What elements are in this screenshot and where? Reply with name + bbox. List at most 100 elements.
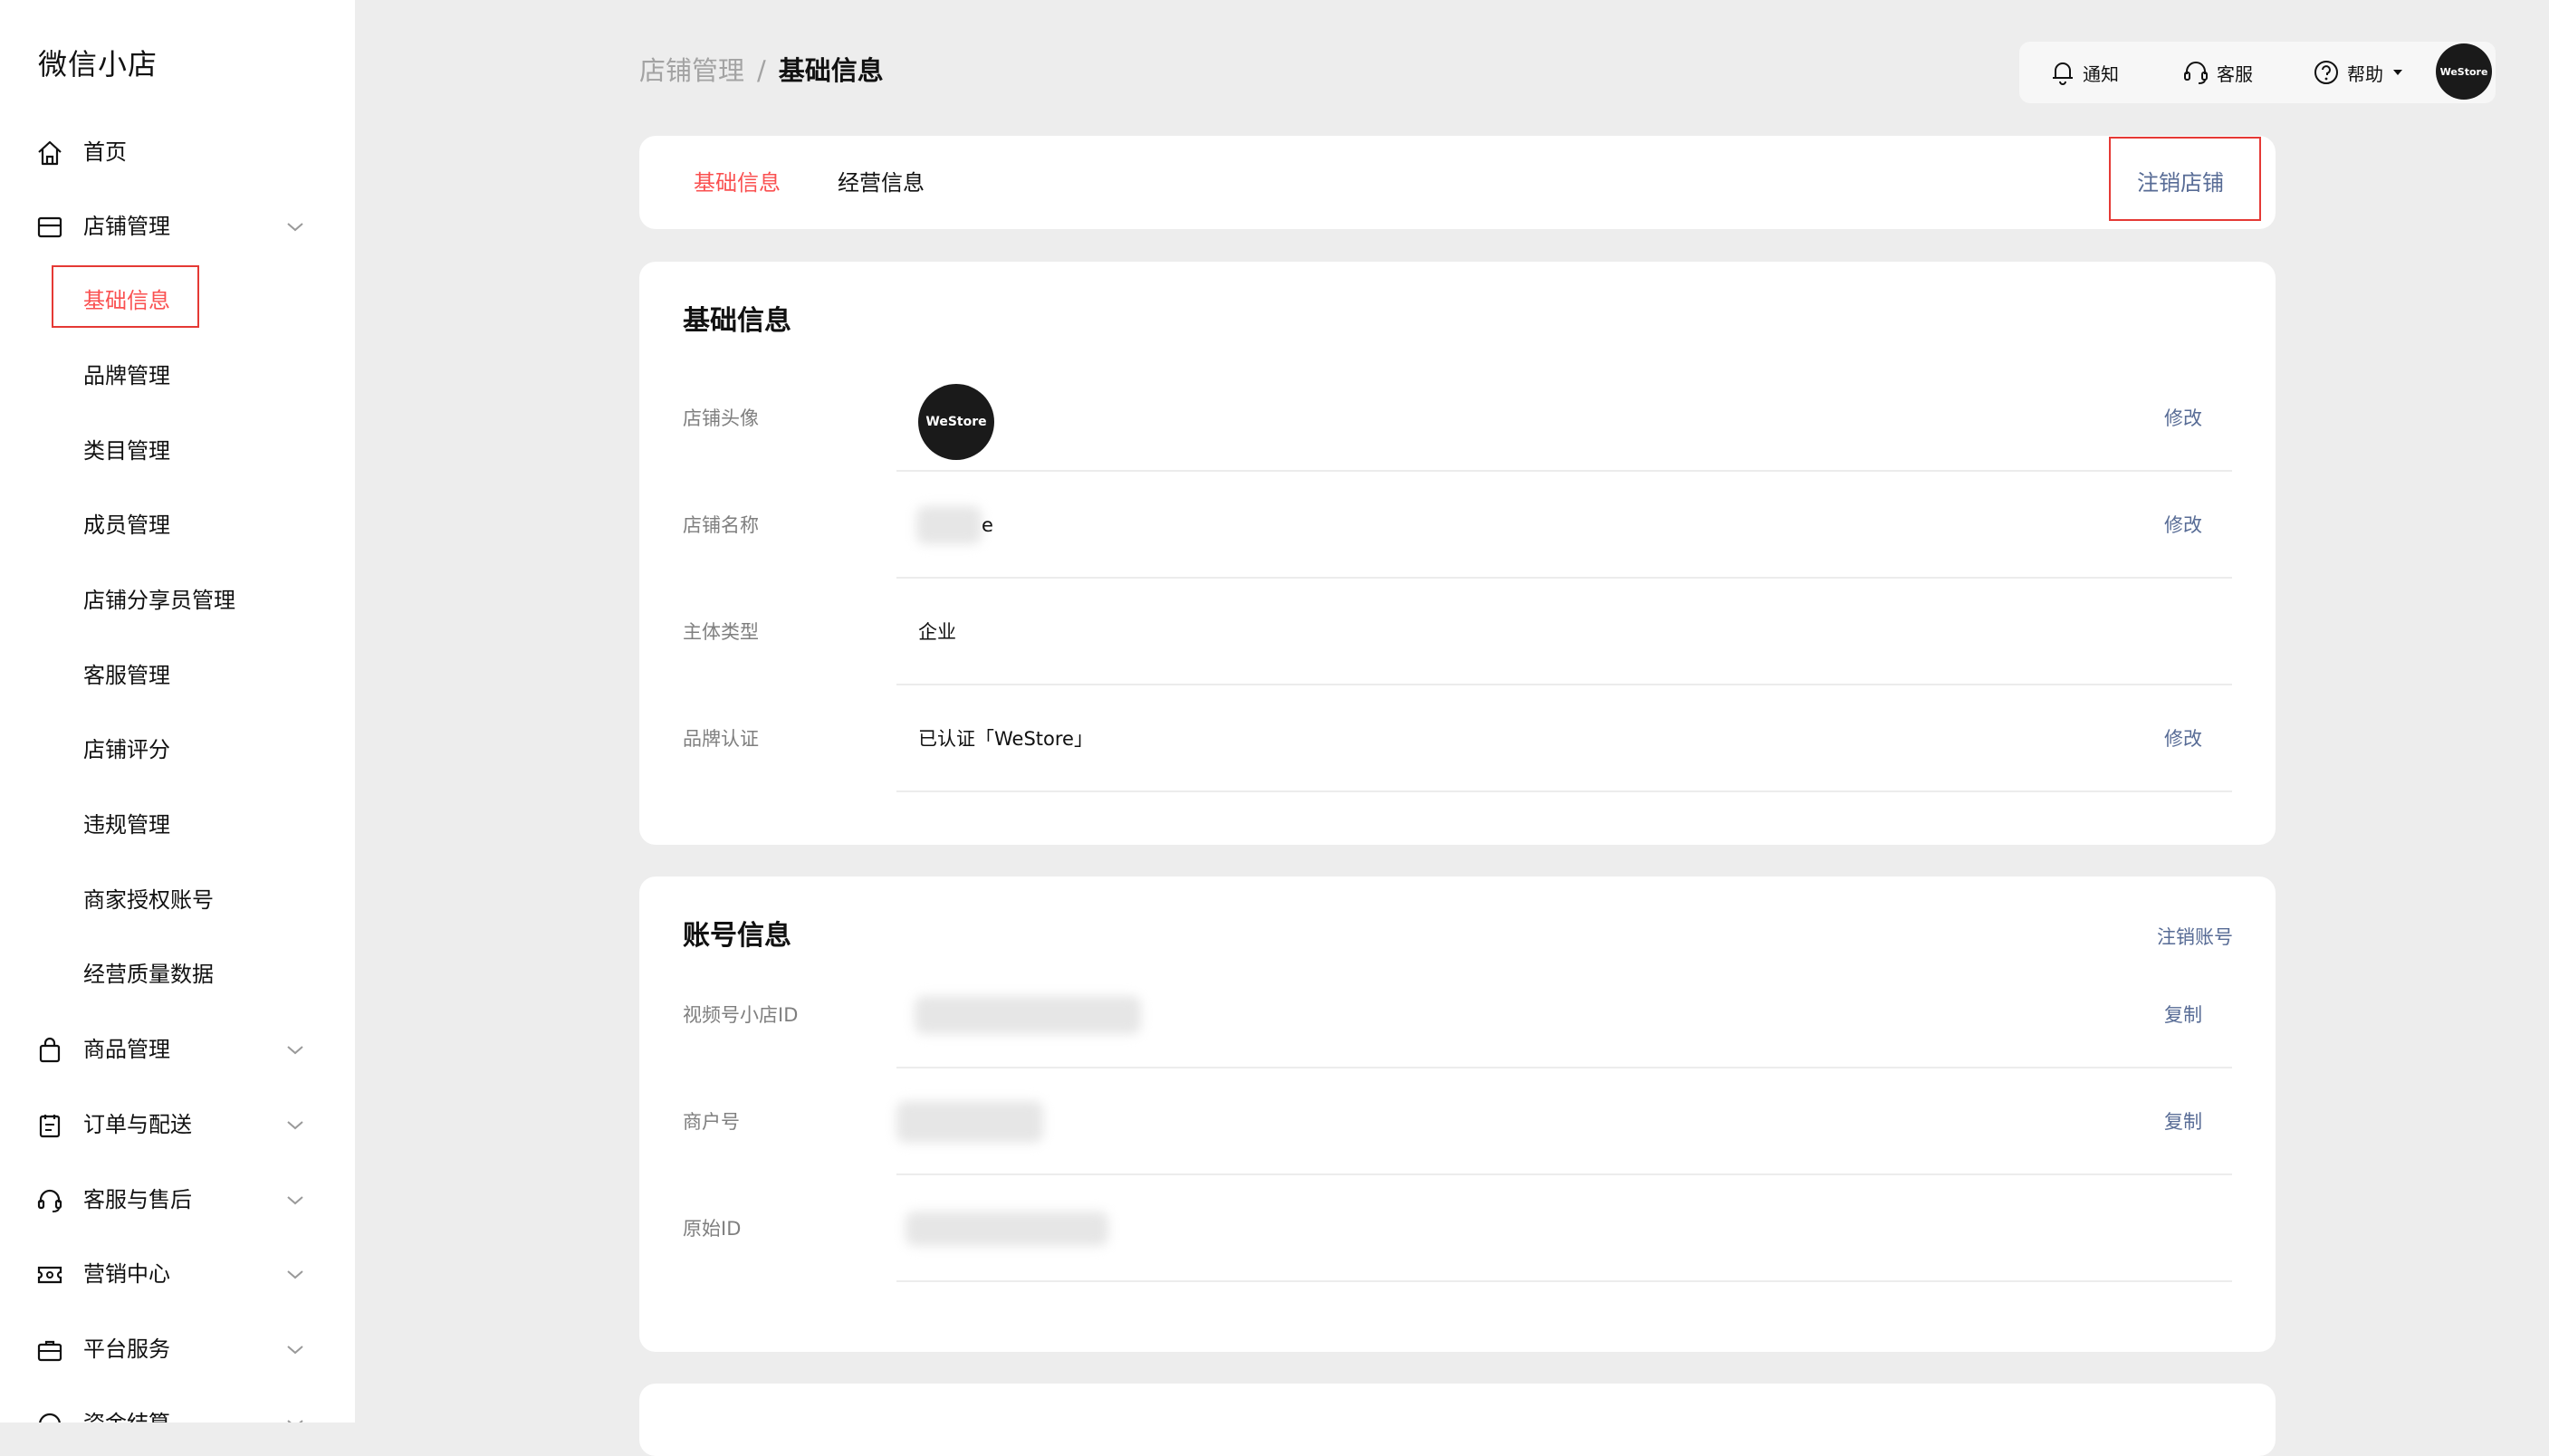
chevron-down-icon[interactable]: [284, 1189, 306, 1211]
sidebar: 微信小店 首页 店铺管理 基础信息 品牌管理 类目管理 成员管理 店铺分享员管理…: [0, 0, 355, 1422]
blurred-merchant-id: [896, 1101, 1043, 1143]
top-toolbar: 通知 客服 帮助: [2019, 42, 2496, 103]
help-label: 帮助: [2347, 62, 2383, 85]
copy-shop-id-link[interactable]: 复制: [2164, 1001, 2202, 1029]
brand-certification-value: 已认证「WeStore」: [918, 728, 1093, 750]
sidebar-subitem-authorized-accounts[interactable]: 商家授权账号: [0, 871, 355, 929]
store-icon: [34, 212, 65, 243]
row-divider: [896, 1280, 2232, 1282]
sidebar-subitem-label: 基础信息: [83, 288, 170, 313]
sidebar-subitem-customer-service[interactable]: 客服管理: [0, 647, 355, 704]
help-icon: [2314, 61, 2338, 84]
breadcrumb-separator: /: [757, 55, 766, 86]
account-info-title: 账号信息: [683, 920, 791, 952]
sidebar-item-label: 订单与配送: [83, 1112, 192, 1137]
tab-basic-info[interactable]: 基础信息: [694, 168, 781, 197]
app-title: 微信小店: [38, 47, 158, 81]
basic-info-title: 基础信息: [683, 305, 791, 337]
sidebar-subitem-label: 商家授权账号: [83, 887, 214, 913]
info-row-avatar: 店铺头像 修改: [639, 365, 2276, 472]
sidebar-subitem-sharers[interactable]: 店铺分享员管理: [0, 571, 355, 629]
caret-down-icon: [2393, 70, 2402, 75]
avatar-logo-text: WeStore: [2439, 65, 2488, 78]
store-avatar-image: WeStore: [918, 384, 994, 460]
app-root: 微信小店 首页 店铺管理 基础信息 品牌管理 类目管理 成员管理 店铺分享员管理…: [0, 0, 2549, 1456]
help-button[interactable]: 帮助: [2313, 56, 2405, 89]
sidebar-item-label: 平台服务: [83, 1336, 170, 1362]
sidebar-item-label: 首页: [83, 139, 127, 165]
briefcase-icon: [34, 1335, 65, 1365]
edit-brand-link[interactable]: 修改: [2164, 725, 2202, 752]
sidebar-subitem-label: 违规管理: [83, 812, 170, 838]
clipboard-icon: [34, 1110, 65, 1141]
basic-info-card: 基础信息 店铺头像 修改 WeStore 店铺名称 e 修改 主体类型 企业 品…: [639, 262, 2276, 845]
blurred-shop-id: [915, 996, 1141, 1034]
chevron-down-icon[interactable]: [284, 1413, 306, 1422]
sidebar-item-after-sales[interactable]: 客服与售后: [0, 1171, 355, 1229]
headset-icon: [34, 1185, 65, 1216]
store-name-value: e: [982, 514, 993, 536]
headset-icon: [2184, 62, 2208, 84]
sidebar-subitem-label: 类目管理: [83, 438, 170, 464]
sidebar-item-label: 店铺管理: [83, 214, 170, 239]
edit-store-name-link[interactable]: 修改: [2164, 512, 2202, 539]
shopping-bag-icon: [34, 1035, 65, 1066]
user-avatar[interactable]: WeStore: [2436, 43, 2492, 100]
customer-service-label: 客服: [2217, 62, 2253, 85]
sidebar-subitem-label: 店铺分享员管理: [83, 588, 235, 613]
sidebar-item-label: 商品管理: [83, 1037, 170, 1062]
notification-label: 通知: [2083, 62, 2119, 85]
blurred-store-name: [916, 506, 982, 544]
blurred-original-id: [906, 1212, 1108, 1246]
sidebar-subitem-label: 经营质量数据: [83, 962, 214, 987]
info-row-shop-id: 视频号小店ID 复制: [639, 962, 2276, 1068]
customer-service-button[interactable]: 客服: [2182, 56, 2253, 89]
sidebar-item-platform-services[interactable]: 平台服务: [0, 1320, 355, 1378]
chevron-up-icon[interactable]: [284, 216, 306, 237]
copy-merchant-id-link[interactable]: 复制: [2164, 1108, 2202, 1135]
sidebar-item-label: 资金结算: [83, 1409, 170, 1422]
row-label: 原始ID: [683, 1218, 742, 1240]
account-info-card: 账号信息 注销账号 视频号小店ID 复制 商户号 复制 原始ID: [639, 876, 2276, 1352]
row-label: 视频号小店ID: [683, 1004, 799, 1026]
row-label: 主体类型: [683, 621, 759, 643]
edit-avatar-link[interactable]: 修改: [2164, 405, 2202, 432]
sidebar-subitem-category[interactable]: 类目管理: [0, 422, 355, 480]
chevron-down-icon[interactable]: [284, 1114, 306, 1135]
sidebar-item-settlement[interactable]: 资金结算: [0, 1394, 355, 1422]
sidebar-subitem-quality-data[interactable]: 经营质量数据: [0, 945, 355, 1003]
row-divider: [896, 790, 2232, 792]
sidebar-item-store-management[interactable]: 店铺管理: [0, 197, 355, 255]
sidebar-subitem-label: 店铺评分: [83, 737, 170, 762]
sidebar-subitem-label: 客服管理: [83, 663, 170, 688]
chevron-down-icon[interactable]: [284, 1338, 306, 1360]
home-icon: [34, 138, 65, 168]
chevron-down-icon[interactable]: [284, 1039, 306, 1060]
sidebar-subitem-brand[interactable]: 品牌管理: [0, 347, 355, 405]
tab-business-info[interactable]: 经营信息: [838, 168, 925, 197]
sidebar-item-orders[interactable]: 订单与配送: [0, 1096, 355, 1154]
row-label: 店铺头像: [683, 407, 759, 429]
store-avatar-logo-text: WeStore: [925, 415, 987, 429]
info-row-entity-type: 主体类型 企业: [639, 579, 2276, 685]
cancel-account-link[interactable]: 注销账号: [2157, 924, 2233, 951]
sidebar-item-marketing[interactable]: 营销中心: [0, 1245, 355, 1303]
sidebar-subitem-members[interactable]: 成员管理: [0, 496, 355, 554]
ticket-icon: [34, 1260, 65, 1290]
sidebar-subitem-basic-info[interactable]: 基础信息: [0, 272, 355, 330]
tabs-card: 基础信息 经营信息: [639, 136, 2276, 229]
money-icon: [34, 1409, 65, 1422]
row-label: 商户号: [683, 1111, 740, 1133]
info-row-store-name: 店铺名称 e 修改: [639, 472, 2276, 579]
chevron-down-icon[interactable]: [284, 1263, 306, 1285]
sidebar-item-home[interactable]: 首页: [0, 123, 355, 181]
bell-icon: [2053, 62, 2073, 85]
sidebar-subitem-violations[interactable]: 违规管理: [0, 796, 355, 854]
notification-button[interactable]: 通知: [2050, 56, 2119, 89]
breadcrumb-parent[interactable]: 店铺管理: [639, 53, 744, 89]
breadcrumb: 店铺管理 / 基础信息: [639, 53, 884, 89]
cancel-store-link[interactable]: 注销店铺: [2137, 168, 2224, 197]
next-card-partial: [639, 1384, 2276, 1456]
sidebar-subitem-store-rating[interactable]: 店铺评分: [0, 721, 355, 779]
sidebar-item-products[interactable]: 商品管理: [0, 1020, 355, 1078]
